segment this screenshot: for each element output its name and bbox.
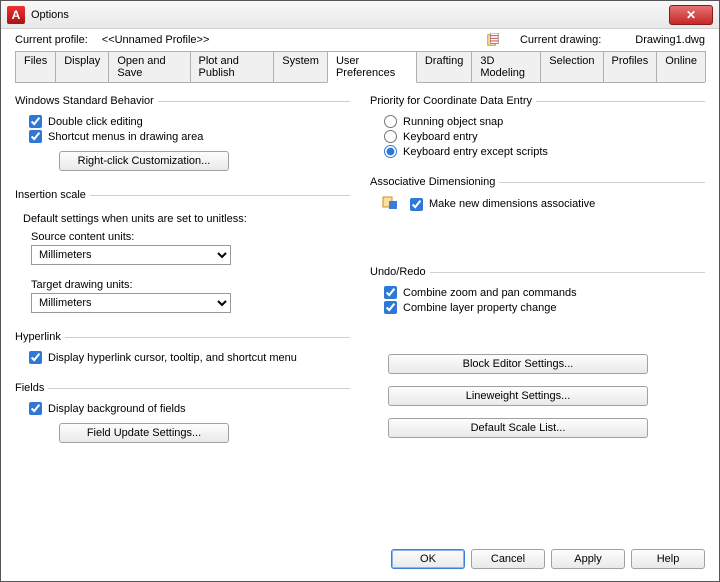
target-units-combo[interactable]: Millimeters	[31, 293, 231, 313]
group-legend: Windows Standard Behavior	[15, 95, 158, 107]
fields-bg-row[interactable]: Display background of fields	[29, 402, 346, 415]
double-click-editing-row[interactable]: Double click editing	[29, 115, 346, 128]
right-click-customization-button[interactable]: Right-click Customization...	[59, 151, 229, 171]
priority-keyboard-label: Keyboard entry	[403, 131, 478, 143]
window-title: Options	[31, 9, 669, 21]
double-click-editing-checkbox[interactable]	[29, 115, 42, 128]
fields-bg-checkbox[interactable]	[29, 402, 42, 415]
tab-drafting[interactable]: Drafting	[416, 51, 473, 82]
priority-keyboard-except-scripts-radio[interactable]	[384, 145, 397, 158]
tab-content: Windows Standard Behavior Double click e…	[1, 83, 719, 541]
tab-system[interactable]: System	[273, 51, 328, 82]
assoc-dim-label: Make new dimensions associative	[429, 198, 595, 210]
shortcut-menus-row[interactable]: Shortcut menus in drawing area	[29, 130, 346, 143]
lineweight-settings-button[interactable]: Lineweight Settings...	[388, 386, 648, 406]
combine-zoom-pan-checkbox[interactable]	[384, 286, 397, 299]
priority-running-osnap-radio[interactable]	[384, 115, 397, 128]
hyperlink-checkbox[interactable]	[29, 351, 42, 364]
group-insertion-scale: Insertion scale Default settings when un…	[15, 189, 350, 319]
priority-keyboard-except-scripts-row[interactable]: Keyboard entry except scripts	[384, 145, 701, 158]
tab-profiles[interactable]: Profiles	[603, 51, 658, 82]
tab-plot-and-publish[interactable]: Plot and Publish	[190, 51, 275, 82]
combine-layer-change-checkbox[interactable]	[384, 301, 397, 314]
tab-files[interactable]: Files	[15, 51, 56, 82]
fields-bg-label: Display background of fields	[48, 403, 186, 415]
tab-3d-modeling[interactable]: 3D Modeling	[471, 51, 541, 82]
group-fields: Fields Display background of fields Fiel…	[15, 382, 350, 449]
group-legend: Associative Dimensioning	[370, 176, 499, 188]
header-row: Current profile: <<Unnamed Profile>> Cur…	[1, 29, 719, 49]
combine-zoom-pan-label: Combine zoom and pan commands	[403, 287, 577, 299]
source-units-label: Source content units:	[31, 231, 346, 243]
tab-online[interactable]: Online	[656, 51, 706, 82]
priority-running-osnap-row[interactable]: Running object snap	[384, 115, 701, 128]
target-units-label: Target drawing units:	[31, 279, 346, 291]
options-dialog: A Options ✕ Current profile: <<Unnamed P…	[0, 0, 720, 582]
shortcut-menus-checkbox[interactable]	[29, 130, 42, 143]
tab-selection[interactable]: Selection	[540, 51, 603, 82]
dimension-icon	[382, 196, 398, 212]
group-legend: Hyperlink	[15, 331, 65, 343]
close-button[interactable]: ✕	[669, 5, 713, 25]
group-legend: Insertion scale	[15, 189, 90, 201]
right-column: Priority for Coordinate Data Entry Runni…	[370, 89, 705, 535]
hyperlink-option-row[interactable]: Display hyperlink cursor, tooltip, and s…	[29, 351, 346, 364]
priority-running-osnap-label: Running object snap	[403, 116, 503, 128]
tab-strip: Files Display Open and Save Plot and Pub…	[15, 51, 705, 83]
block-editor-settings-button[interactable]: Block Editor Settings...	[388, 354, 648, 374]
group-windows-standard-behavior: Windows Standard Behavior Double click e…	[15, 95, 350, 177]
group-legend: Priority for Coordinate Data Entry	[370, 95, 536, 107]
current-profile-value: <<Unnamed Profile>>	[102, 34, 210, 46]
group-hyperlink: Hyperlink Display hyperlink cursor, tool…	[15, 331, 350, 370]
group-associative-dim: Associative Dimensioning Make new dimens…	[370, 176, 705, 218]
current-profile-label: Current profile:	[15, 34, 88, 46]
current-drawing-value: Drawing1.dwg	[635, 34, 705, 46]
combine-zoom-pan-row[interactable]: Combine zoom and pan commands	[384, 286, 701, 299]
tab-open-and-save[interactable]: Open and Save	[108, 51, 190, 82]
help-button[interactable]: Help	[631, 549, 705, 569]
cancel-button[interactable]: Cancel	[471, 549, 545, 569]
tab-display[interactable]: Display	[55, 51, 109, 82]
tab-user-preferences[interactable]: User Preferences	[327, 51, 417, 83]
default-scale-list-button[interactable]: Default Scale List...	[388, 418, 648, 438]
priority-keyboard-except-scripts-label: Keyboard entry except scripts	[403, 146, 548, 158]
left-column: Windows Standard Behavior Double click e…	[15, 89, 350, 535]
apply-button[interactable]: Apply	[551, 549, 625, 569]
assoc-dim-checkbox[interactable]	[410, 198, 423, 211]
group-undo-redo: Undo/Redo Combine zoom and pan commands …	[370, 266, 705, 320]
hyperlink-label: Display hyperlink cursor, tooltip, and s…	[48, 352, 297, 364]
app-icon: A	[7, 6, 25, 24]
shortcut-menus-label: Shortcut menus in drawing area	[48, 131, 203, 143]
priority-keyboard-radio[interactable]	[384, 130, 397, 143]
field-update-settings-button[interactable]: Field Update Settings...	[59, 423, 229, 443]
titlebar: A Options ✕	[1, 1, 719, 29]
group-legend: Undo/Redo	[370, 266, 430, 278]
current-drawing-label: Current drawing:	[520, 34, 601, 46]
double-click-editing-label: Double click editing	[48, 116, 143, 128]
assoc-dim-row[interactable]: Make new dimensions associative	[382, 196, 701, 212]
group-priority-coord: Priority for Coordinate Data Entry Runni…	[370, 95, 705, 164]
combine-layer-change-row[interactable]: Combine layer property change	[384, 301, 701, 314]
group-legend: Fields	[15, 382, 48, 394]
combine-layer-change-label: Combine layer property change	[403, 302, 556, 314]
close-icon: ✕	[686, 8, 696, 22]
priority-keyboard-row[interactable]: Keyboard entry	[384, 130, 701, 143]
drawing-file-icon	[486, 33, 500, 47]
ok-button[interactable]: OK	[391, 549, 465, 569]
source-units-combo[interactable]: Millimeters	[31, 245, 231, 265]
insertion-note: Default settings when units are set to u…	[23, 213, 346, 225]
dialog-button-row: OK Cancel Apply Help	[1, 541, 719, 581]
